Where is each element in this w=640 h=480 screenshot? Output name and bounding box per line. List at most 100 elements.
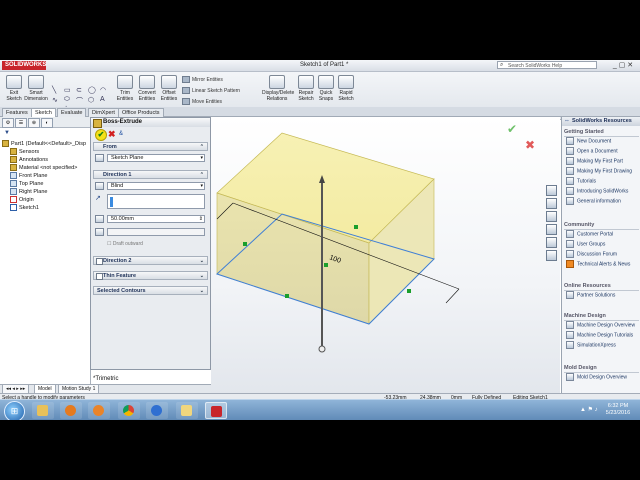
- link-general-info[interactable]: General information: [566, 197, 640, 206]
- link-customer-portal[interactable]: Customer Portal: [566, 230, 640, 239]
- link-open-document[interactable]: Open a Document: [566, 147, 640, 156]
- linear-pattern-icon: [182, 87, 190, 94]
- custom-properties-tab-icon[interactable]: [546, 250, 557, 261]
- cancel-button[interactable]: ✖: [108, 129, 118, 139]
- smart-dimension-button[interactable]: Smart Dimension: [24, 75, 48, 102]
- link-introducing[interactable]: Introducing SolidWorks: [566, 187, 640, 196]
- firefox-taskbar-icon[interactable]: [60, 402, 82, 419]
- tree-item-sensors[interactable]: Sensors: [2, 148, 90, 156]
- direction1-section[interactable]: Direction 1 ⌃: [93, 170, 208, 179]
- link-technical-alerts[interactable]: Technical Alerts & News: [566, 260, 640, 269]
- link-tutorials[interactable]: Tutorials: [566, 177, 640, 186]
- model-view[interactable]: 100 ✔ ✖: [96, 117, 560, 396]
- link-machine-design-tutorials[interactable]: Machine Design Tutorials: [566, 331, 640, 340]
- link-first-drawing[interactable]: Making My First Drawing: [566, 167, 640, 176]
- graphics-area[interactable]: 100 ✔ ✖: [96, 117, 560, 396]
- tab-dimxpert[interactable]: DimXpert: [88, 108, 119, 117]
- detailed-preview-button[interactable]: &: [119, 130, 129, 139]
- boss-extrude-icon: [93, 119, 102, 128]
- filter-icon[interactable]: ▼: [4, 130, 10, 136]
- section-mold-design[interactable]: Mold Design: [564, 364, 639, 373]
- media-player-taskbar-icon[interactable]: [88, 402, 110, 419]
- link-mold-design-overview[interactable]: Mold Design Overview: [566, 373, 640, 382]
- section-online-resources[interactable]: Online Resources: [564, 282, 639, 291]
- tree-item-top-plane[interactable]: Top Plane: [2, 180, 90, 188]
- folder-taskbar-icon[interactable]: [176, 402, 198, 419]
- config-manager-tab-icon[interactable]: ⊕: [28, 118, 40, 128]
- linear-pattern-button[interactable]: Linear Sketch Pattern: [182, 87, 240, 94]
- search-input[interactable]: Search SolidWorks Help: [497, 61, 597, 69]
- property-manager-tab-icon[interactable]: ☰: [15, 118, 27, 128]
- start-button[interactable]: ⊞: [4, 401, 25, 420]
- explorer-taskbar-icon[interactable]: [32, 402, 54, 419]
- rss-icon: [566, 260, 574, 268]
- appearances-tab-icon[interactable]: [546, 237, 557, 248]
- view-palette-tab-icon[interactable]: [546, 224, 557, 235]
- chrome-taskbar-icon[interactable]: [118, 402, 140, 419]
- model-tabs: ◂◂ ◂ ▸ ▸▸ Model Motion Study 1: [0, 384, 211, 394]
- depth-input[interactable]: 50.00mm ⇕: [107, 215, 205, 223]
- pin-icon[interactable]: ⇔: [564, 118, 570, 124]
- end-condition-combo[interactable]: Blind ▾: [107, 182, 205, 190]
- file-explorer-tab-icon[interactable]: [546, 211, 557, 222]
- direction-selection-box[interactable]: [107, 194, 205, 209]
- tree-root[interactable]: Part1 (Default<<Default>_Disp: [2, 140, 90, 148]
- direction2-section[interactable]: Direction 2 ⌄: [93, 256, 208, 265]
- sketch-point: [324, 263, 328, 267]
- offset-entities-button[interactable]: Offset Entities: [157, 75, 181, 102]
- link-simulationxpress[interactable]: SimulationXpress: [566, 341, 640, 350]
- browser-taskbar-icon[interactable]: [146, 402, 168, 419]
- link-new-document[interactable]: New Document: [566, 137, 640, 146]
- window-controls[interactable]: _ ▢ ✕: [608, 61, 638, 70]
- tree-item-right-plane[interactable]: Right Plane: [2, 188, 90, 196]
- display-manager-tab-icon[interactable]: ◐: [41, 118, 53, 128]
- solidworks-taskbar-icon[interactable]: [205, 402, 227, 419]
- trim-icon: [117, 75, 133, 89]
- link-discussion-forum[interactable]: Discussion Forum: [566, 250, 640, 259]
- solidworks-logo[interactable]: SOLIDWORKS: [2, 61, 46, 70]
- thin-feature-section[interactable]: Thin Feature ⌄: [93, 271, 208, 280]
- from-section[interactable]: From ⌃: [93, 142, 208, 151]
- link-partner-solutions[interactable]: Partner Solutions: [566, 291, 640, 300]
- tab-features[interactable]: Features: [2, 108, 32, 117]
- link-machine-design-overview[interactable]: Machine Design Overview: [566, 321, 640, 330]
- from-combo[interactable]: Sketch Plane ▾: [107, 154, 205, 162]
- tutorials-icon: [566, 331, 574, 339]
- section-getting-started[interactable]: Getting Started: [564, 128, 639, 137]
- draft-icon[interactable]: [95, 228, 104, 236]
- mirror-entities-button[interactable]: Mirror Entities: [182, 76, 223, 83]
- trim-entities-button[interactable]: Trim Entities: [113, 75, 137, 102]
- reverse-direction-icon[interactable]: [95, 182, 104, 190]
- tab-evaluate[interactable]: Evaluate: [57, 108, 87, 117]
- tab-office-products[interactable]: Office Products: [118, 108, 164, 117]
- draft-angle-input[interactable]: [107, 228, 205, 236]
- tree-item-annotations[interactable]: Annotations: [2, 156, 90, 164]
- tree-item-front-plane[interactable]: Front Plane: [2, 172, 90, 180]
- exit-sketch-button[interactable]: Exit Sketch: [2, 75, 26, 102]
- draft-outward-checkbox[interactable]: ☐ Draft outward: [107, 241, 143, 247]
- tree-item-material[interactable]: Material <not specified>: [2, 164, 90, 172]
- feature-tree-tab-icon[interactable]: ⚙: [2, 118, 14, 128]
- portal-icon: [566, 230, 574, 238]
- section-community[interactable]: Community: [564, 221, 639, 230]
- search-icon[interactable]: ⌕: [500, 62, 503, 69]
- collapse-icon: ⌃: [199, 172, 204, 178]
- selected-contours-section[interactable]: Selected Contours ⌄: [93, 286, 208, 295]
- convert-entities-button[interactable]: Convert Entities: [135, 75, 159, 102]
- part-icon: [566, 157, 574, 165]
- link-user-groups[interactable]: User Groups: [566, 240, 640, 249]
- relations-button[interactable]: Display/Delete Relations: [262, 75, 294, 102]
- ok-button[interactable]: ✔: [95, 129, 107, 141]
- clock-time: 6:32 PM: [607, 403, 629, 409]
- resources-tab-icon[interactable]: [546, 185, 557, 196]
- move-entities-button[interactable]: Move Entities: [182, 98, 222, 105]
- tree-item-origin[interactable]: Origin: [2, 196, 90, 204]
- system-tray-icons[interactable]: ▲ ⚑ ♪: [580, 406, 598, 413]
- rapid-sketch-button[interactable]: Rapid Sketch: [334, 75, 358, 102]
- design-library-tab-icon[interactable]: [546, 198, 557, 209]
- tree-item-sketch1[interactable]: Sketch1: [2, 204, 90, 212]
- tab-sketch[interactable]: Sketch: [31, 108, 56, 117]
- link-first-part[interactable]: Making My First Part: [566, 157, 640, 166]
- section-machine-design[interactable]: Machine Design: [564, 312, 639, 321]
- clock[interactable]: 6:32 PM 5/23/2016: [598, 403, 638, 417]
